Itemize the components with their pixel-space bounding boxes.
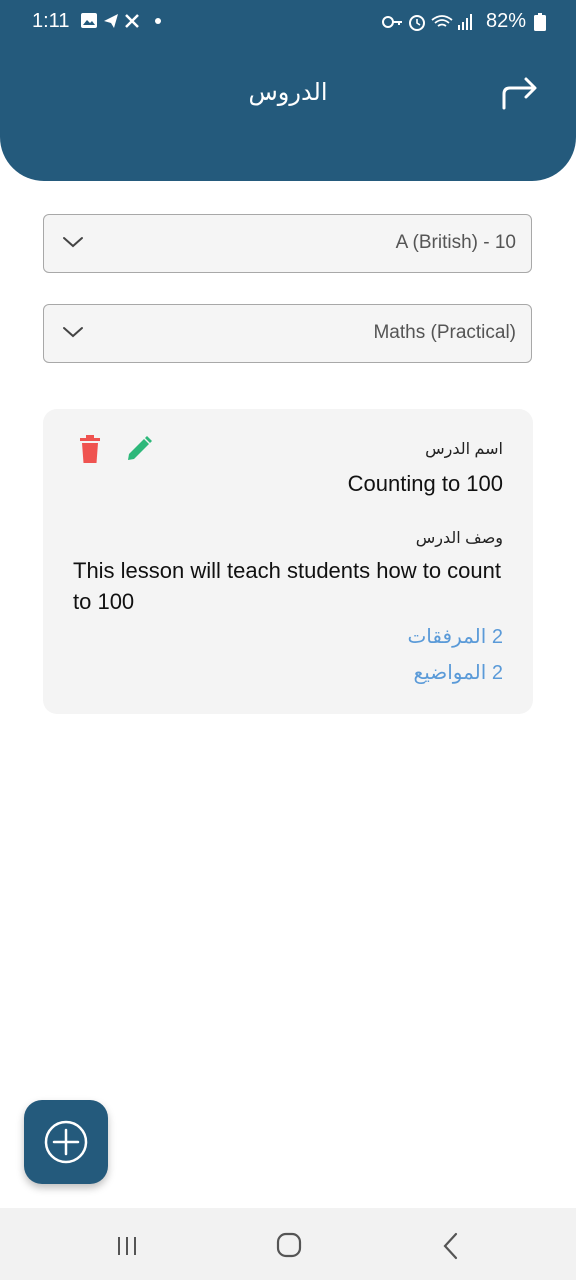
chevron-down-icon xyxy=(63,237,83,248)
lesson-name-value: Counting to 100 xyxy=(347,471,503,496)
subject-dropdown-value: Maths (Practical) xyxy=(373,322,516,343)
system-icons xyxy=(381,13,472,31)
lesson-name-label: اسم الدرس xyxy=(425,441,503,458)
edit-button[interactable] xyxy=(125,435,153,463)
lesson-description-label: وصف الدرس xyxy=(415,530,503,547)
add-lesson-button[interactable] xyxy=(24,1100,108,1184)
battery-percent: 82% xyxy=(485,10,526,32)
home-icon[interactable] xyxy=(276,1232,302,1258)
back-icon[interactable] xyxy=(442,1232,460,1260)
battery-icon xyxy=(534,12,546,31)
topics-link[interactable]: 2 المواضيع xyxy=(414,660,503,685)
app-header: 1:11 82% الدروس xyxy=(0,0,576,181)
class-dropdown[interactable]: A (British) - 10 xyxy=(43,214,532,273)
delete-button[interactable] xyxy=(78,435,102,463)
trash-icon xyxy=(80,435,100,463)
status-time: 1:11 xyxy=(32,10,70,32)
system-status: 82% xyxy=(381,10,546,33)
status-bar: 1:11 82% xyxy=(0,0,576,44)
chevron-down-icon xyxy=(63,327,83,338)
pencil-icon xyxy=(128,436,152,460)
notification-icons xyxy=(80,12,162,35)
page-title: الدروس xyxy=(248,79,328,106)
lesson-description-value: This lesson will teach students how to c… xyxy=(73,558,502,614)
attachments-link[interactable]: 2 المرفقات xyxy=(407,624,503,649)
lesson-card[interactable]: اسم الدرس Counting to 100 وصف الدرس This… xyxy=(43,409,533,714)
recent-apps-icon[interactable] xyxy=(116,1236,138,1256)
subject-dropdown[interactable]: Maths (Practical) xyxy=(43,304,532,363)
system-nav-bar xyxy=(0,1208,576,1280)
plus-circle-icon xyxy=(44,1120,88,1164)
share-forward-icon xyxy=(502,77,537,110)
forward-button[interactable] xyxy=(498,72,542,112)
class-dropdown-value: A (British) - 10 xyxy=(395,232,516,253)
